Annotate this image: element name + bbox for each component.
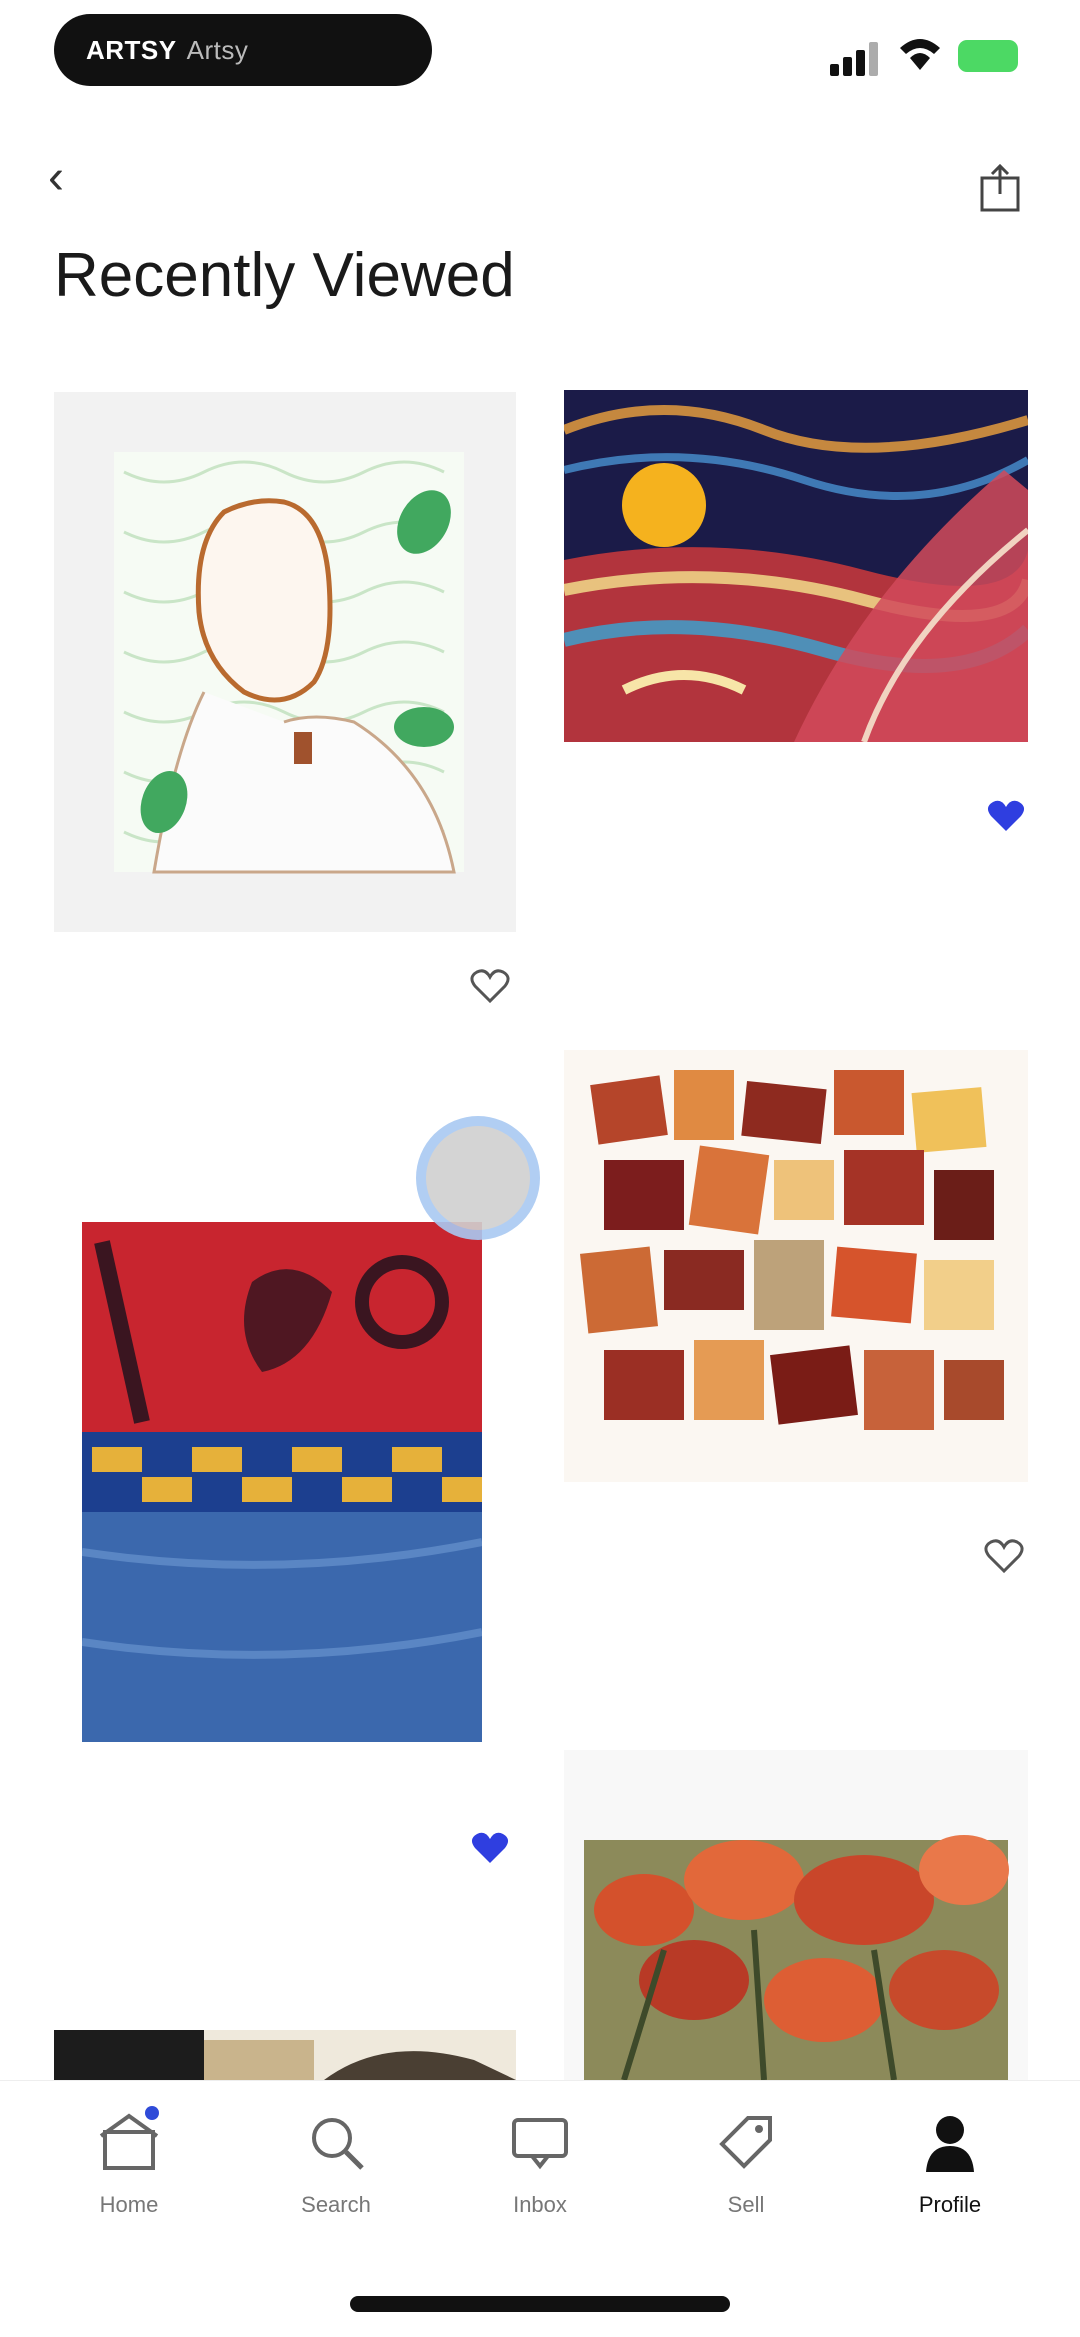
artwork-artist (54, 965, 524, 1003)
artwork-title (564, 1573, 1034, 1611)
page-title: Recently Viewed (54, 241, 515, 310)
artwork-meta[interactable] (564, 1535, 1034, 1689)
artwork-partner (564, 871, 1034, 909)
artwork-image[interactable] (564, 390, 1028, 742)
artwork-meta[interactable] (54, 1828, 524, 1982)
status-pill: ARTSY Artsy (54, 14, 432, 86)
status-bar: ARTSY Artsy (0, 0, 1080, 110)
artwork-price (54, 1942, 524, 1982)
artwork-artist (564, 795, 1034, 833)
tab-home[interactable]: Home (49, 2106, 209, 2218)
wifi-icon (898, 34, 942, 74)
tab-label: Profile (918, 2192, 982, 2217)
battery-icon (958, 40, 1018, 72)
status-pill-sub: Artsy (186, 34, 249, 65)
heart-outline-icon[interactable] (984, 1538, 1024, 1574)
tab-profile[interactable]: Profile (870, 2110, 1030, 2218)
artwork-title (54, 1866, 524, 1904)
tab-label: Sell (727, 2192, 765, 2217)
home-indicator[interactable] (350, 2296, 730, 2312)
artwork-price (564, 1649, 1034, 1689)
share-icon[interactable] (974, 163, 1026, 214)
artwork-price (54, 1079, 524, 1119)
artwork-note (564, 949, 1034, 985)
artwork-image[interactable] (82, 1222, 482, 1742)
tab-inbox[interactable]: Inbox (460, 2110, 620, 2218)
artwork-artist (54, 1828, 524, 1866)
tab-label: Search (301, 2192, 371, 2217)
touch-indicator (426, 1126, 530, 1230)
tab-label: Home (99, 2192, 159, 2217)
profile-icon (918, 2110, 982, 2174)
heart-filled-icon[interactable] (986, 798, 1026, 834)
tag-icon (714, 2110, 778, 2174)
home-icon (97, 2106, 161, 2174)
artwork-price (564, 909, 1034, 949)
tab-label: Inbox (513, 2192, 567, 2217)
artwork-meta[interactable] (564, 795, 1034, 985)
search-icon (304, 2110, 368, 2174)
heart-filled-icon[interactable] (470, 1830, 510, 1866)
artwork-title (564, 833, 1034, 871)
status-pill-label: ARTSY (86, 34, 177, 65)
artwork-partner (564, 1611, 1034, 1649)
artwork-title (54, 1003, 524, 1041)
artwork-partner (54, 1904, 524, 1942)
artwork-partner (54, 1041, 524, 1079)
tab-search[interactable]: Search (256, 2110, 416, 2218)
inbox-icon (508, 2110, 572, 2174)
artwork-artist (564, 1535, 1034, 1573)
heart-outline-icon[interactable] (470, 968, 510, 1004)
chevron-left-icon[interactable]: ‹ (48, 154, 88, 202)
artwork-image[interactable] (564, 1050, 1028, 1482)
artwork-image[interactable] (54, 2030, 516, 2080)
notification-dot (145, 2106, 159, 2120)
artwork-image[interactable] (54, 392, 516, 932)
artwork-meta[interactable] (54, 965, 524, 1119)
signal-icon (830, 40, 878, 76)
artwork-image[interactable] (564, 1750, 1028, 2080)
tab-sell[interactable]: Sell (666, 2110, 826, 2218)
